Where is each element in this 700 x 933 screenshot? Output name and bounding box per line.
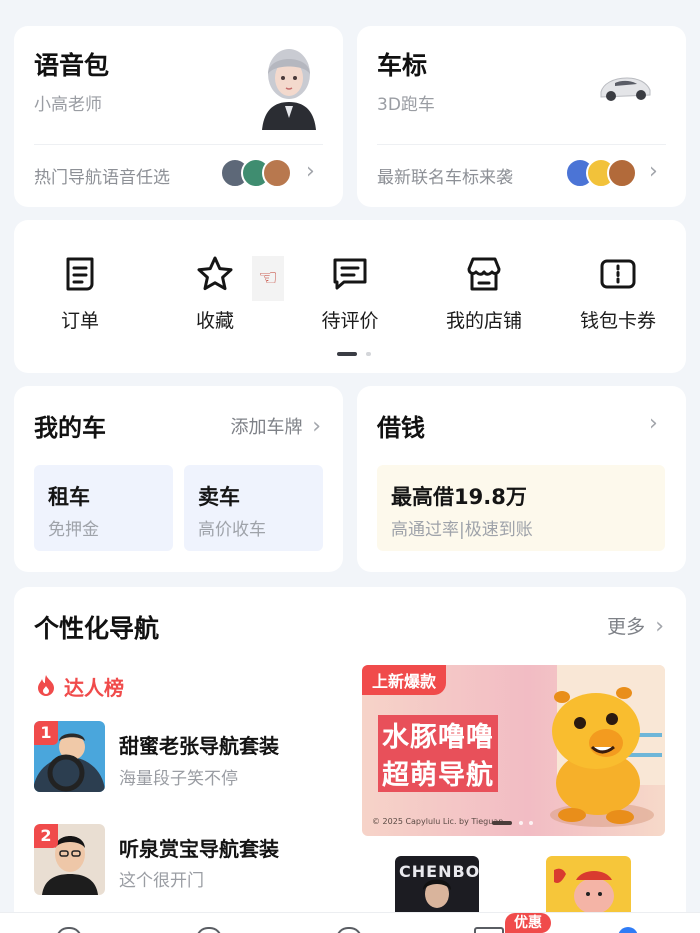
chevron-right-icon: › <box>649 411 658 436</box>
banner-tag: 上新爆款 <box>362 665 447 695</box>
rent-car-title: 租车 <box>48 485 90 509</box>
portrait-image <box>423 879 451 908</box>
pointing-hand-icon: ☜ <box>252 256 284 301</box>
mini-card-chenbo[interactable]: CHENBO <box>395 856 479 912</box>
promo-banner[interactable]: 上新爆款 水豚噜噜 超萌导航 © 2025 Capylulu Lic. by T… <box>362 665 665 836</box>
voice-pack-card[interactable]: 语音包 小高老师 热门导航语音任选 › <box>14 26 343 207</box>
tab-icon-4[interactable] <box>474 927 504 933</box>
nav-item-desc: 海量段子笑不停 <box>119 769 238 789</box>
sell-car-tile[interactable]: 卖车 高价收车 <box>184 465 323 551</box>
cartoon-character-image <box>554 868 614 912</box>
ranking-label: 达人榜 <box>64 676 124 700</box>
quick-action-label: 钱包卡券 <box>579 310 656 332</box>
nav-item-name[interactable]: 听泉赏宝导航套装 <box>119 833 279 862</box>
bottom-tab-bar: 优惠 <box>0 912 700 933</box>
pager-dot <box>366 352 371 356</box>
store-icon <box>467 257 501 291</box>
loan-sub: 高通过率|极速到账 <box>391 520 533 540</box>
my-car-card: 我的车 添加车牌 › 租车 免押金 卖车 高价收车 <box>14 386 343 572</box>
chevron-right-icon: › <box>312 414 321 439</box>
chevron-right-icon: › <box>655 614 664 639</box>
rank-badge: 1 <box>34 721 58 745</box>
rent-car-tile[interactable]: 租车 免押金 <box>34 465 173 551</box>
sell-car-sub: 高价收车 <box>198 520 266 540</box>
car-badge-footer: 最新联名车标来袭 <box>377 168 513 188</box>
badge-avatar-stack <box>565 158 637 188</box>
car-badge-title: 车标 <box>377 51 428 80</box>
nav-item-thumbnail[interactable]: 1 <box>34 721 105 792</box>
quick-action-wallet[interactable]: 钱包卡券 <box>563 254 673 333</box>
banner-copyright: © 2025 Capylulu Lic. by Tieguan <box>372 817 504 826</box>
review-icon <box>333 258 367 290</box>
my-car-title: 我的车 <box>34 414 106 442</box>
nav-item-thumbnail[interactable]: 2 <box>34 824 105 895</box>
mini-card-character[interactable] <box>546 856 631 912</box>
banner-pager-dot <box>529 821 533 825</box>
promo-badge: 优惠 <box>505 913 551 933</box>
nav-item-name[interactable]: 甜蜜老张导航套装 <box>119 730 279 759</box>
wallet-coupon-icon <box>600 259 636 289</box>
more-label: 更多 <box>607 616 646 638</box>
voice-pack-footer: 热门导航语音任选 <box>34 168 170 188</box>
tab-icon-3[interactable] <box>336 927 362 933</box>
banner-title-line2: 超萌导航 <box>378 753 498 792</box>
quick-actions-card: 订单 收藏 ☜ 待评价 我的店铺 钱包卡券 <box>14 220 686 373</box>
banner-title-line1: 水豚噜噜 <box>378 715 498 754</box>
chevron-right-icon: › <box>649 159 658 184</box>
chevron-right-icon: › <box>306 159 315 184</box>
loan-headline: 最高借19.8万 <box>391 485 527 509</box>
tab-icon-1[interactable] <box>56 927 82 933</box>
banner-pager-dot <box>519 821 523 825</box>
star-icon <box>197 256 233 291</box>
add-plate-link[interactable]: 添加车牌 › <box>230 413 321 439</box>
quick-action-label: 我的店铺 <box>445 310 522 332</box>
car-badge-card[interactable]: 车标 3D跑车 最新联名车标来袭 › <box>357 26 686 207</box>
badge-avatar-3 <box>607 158 637 188</box>
rent-car-sub: 免押金 <box>48 520 99 540</box>
quick-action-label: 待评价 <box>321 310 379 332</box>
personal-nav-title: 个性化导航 <box>34 614 160 643</box>
sell-car-title: 卖车 <box>198 485 240 509</box>
loan-card[interactable]: 借钱 › 最高借19.8万 高通过率|极速到账 <box>357 386 686 572</box>
voice-avatar-3 <box>262 158 292 188</box>
flame-icon <box>38 675 54 696</box>
car-badge-subtitle: 3D跑车 <box>377 95 435 115</box>
voice-pack-title: 语音包 <box>34 51 110 80</box>
voice-avatar-stack <box>220 158 292 188</box>
banner-pager-dot-active <box>492 821 512 825</box>
quick-action-orders[interactable]: 订单 <box>25 254 135 333</box>
order-icon <box>66 257 94 291</box>
loan-offer-tile[interactable]: 最高借19.8万 高通过率|极速到账 <box>377 465 665 551</box>
nav-item-desc: 这个很开门 <box>119 871 204 891</box>
more-link[interactable]: 更多 › <box>607 612 664 639</box>
quick-action-pending-review[interactable]: 待评价 <box>295 254 405 333</box>
quick-action-my-store[interactable]: 我的店铺 <box>429 254 539 333</box>
personal-nav-card: 个性化导航 更多 › 达人榜 1 甜蜜老张导航套装 海量段子笑不停 2 听泉赏宝… <box>14 587 686 933</box>
add-plate-label: 添加车牌 <box>230 417 303 438</box>
voice-pack-divider <box>34 144 323 145</box>
voice-avatar-illustration <box>262 49 316 130</box>
quick-action-label: 收藏 <box>195 310 234 332</box>
loan-title: 借钱 <box>377 414 425 442</box>
sports-car-icon <box>600 77 651 101</box>
tab-icon-5[interactable] <box>618 927 638 933</box>
voice-pack-subtitle: 小高老师 <box>34 95 102 115</box>
car-badge-divider <box>377 144 666 145</box>
rank-badge: 2 <box>34 824 58 848</box>
tab-icon-2[interactable] <box>196 927 222 933</box>
pager-dot-active <box>337 352 357 356</box>
quick-action-label: 订单 <box>60 310 99 332</box>
